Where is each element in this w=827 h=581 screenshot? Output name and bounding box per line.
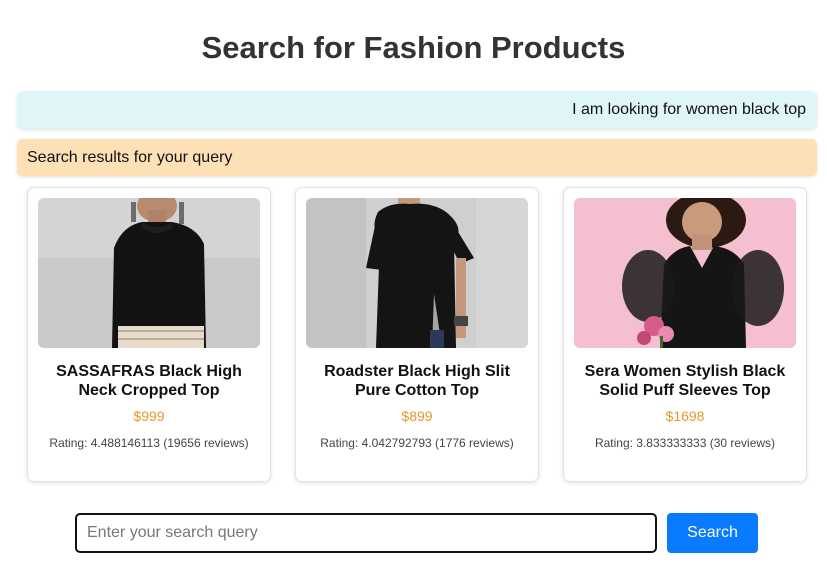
page-title: Search for Fashion Products bbox=[201, 30, 626, 65]
product-rating: Rating: 3.833333333 (30 reviews) bbox=[594, 436, 776, 450]
product-price: $899 bbox=[401, 408, 433, 424]
product-card[interactable]: Roadster Black High Slit Pure Cotton Top… bbox=[295, 187, 539, 482]
product-rating: Rating: 4.042792793 (1776 reviews) bbox=[320, 436, 514, 450]
bot-message-bubble: Search results for your query bbox=[17, 139, 817, 176]
user-message-bubble: I am looking for women black top bbox=[17, 91, 817, 129]
product-rating: Rating: 4.488146113 (19656 reviews) bbox=[49, 436, 249, 450]
page: Search for Fashion Products I am looking… bbox=[0, 0, 827, 581]
product-card[interactable]: SASSAFRAS Black High Neck Cropped Top $9… bbox=[27, 187, 271, 482]
product-image[interactable] bbox=[38, 198, 260, 348]
product-name[interactable]: Roadster Black High Slit Pure Cotton Top bbox=[306, 362, 528, 400]
product-image[interactable] bbox=[574, 198, 796, 348]
product-price: $1698 bbox=[665, 408, 705, 424]
product-name[interactable]: SASSAFRAS Black High Neck Cropped Top bbox=[38, 362, 260, 400]
product-name[interactable]: Sera Women Stylish Black Solid Puff Slee… bbox=[574, 362, 796, 400]
product-image[interactable] bbox=[306, 198, 528, 348]
search-input[interactable] bbox=[75, 513, 657, 553]
product-card[interactable]: Sera Women Stylish Black Solid Puff Slee… bbox=[563, 187, 807, 482]
product-price: $999 bbox=[133, 408, 165, 424]
search-button[interactable]: Search bbox=[667, 513, 758, 553]
